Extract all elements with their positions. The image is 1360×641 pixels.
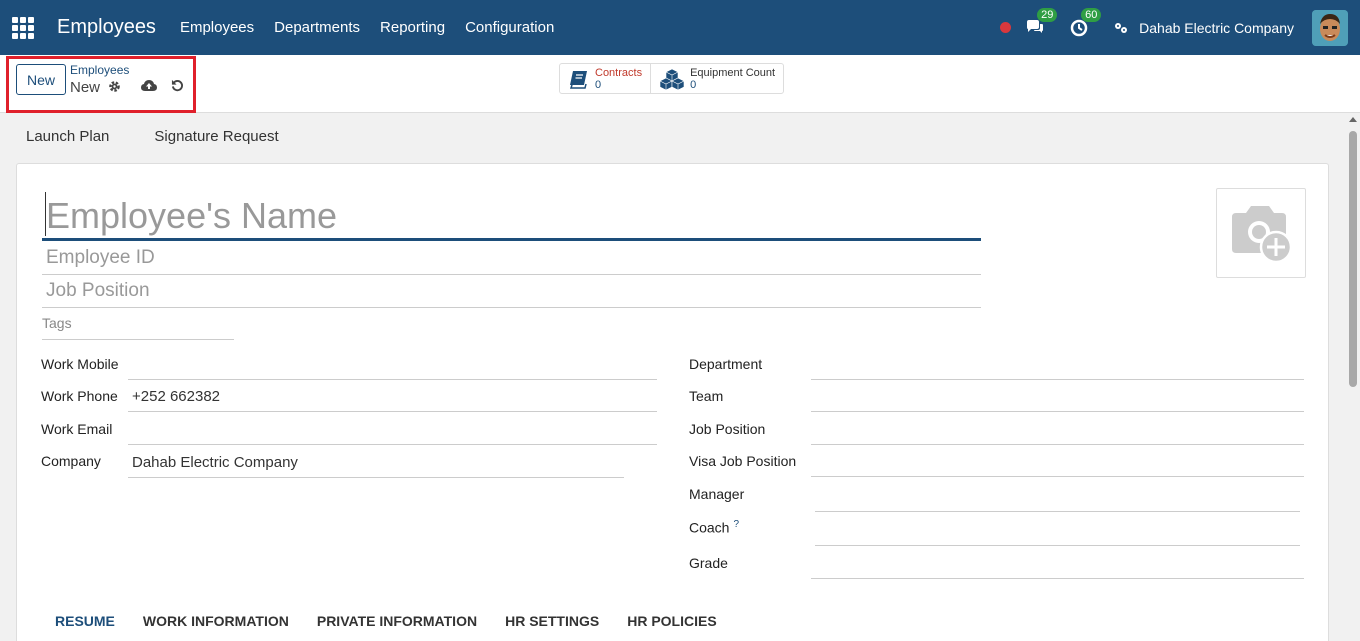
signature-request-button[interactable]: Signature Request <box>144 128 288 145</box>
top-navbar: Employees Employees Departments Reportin… <box>0 0 1360 55</box>
app-title[interactable]: Employees <box>57 16 156 39</box>
scrollbar-thumb[interactable] <box>1349 131 1357 387</box>
company-name: Dahab Electric Company <box>1139 19 1294 36</box>
manager-label: Manager <box>689 486 745 502</box>
text-caret <box>45 192 46 236</box>
contracts-smart-button[interactable]: Contracts 0 <box>560 64 652 93</box>
cloud-save-icon[interactable] <box>141 79 157 93</box>
tab-resume[interactable]: RESUME <box>41 613 129 629</box>
company-switcher[interactable]: Dahab Electric Company <box>1113 20 1294 36</box>
menu-item-configuration[interactable]: Configuration <box>455 19 564 36</box>
activities-count-badge: 60 <box>1081 7 1102 22</box>
equipment-count-value: 0 <box>690 78 697 91</box>
department-input[interactable] <box>811 356 1304 380</box>
companies-icon <box>1115 22 1128 33</box>
work-email-input[interactable] <box>128 421 657 445</box>
visa-job-position-label: Visa Job Position <box>689 453 797 469</box>
grade-input[interactable] <box>811 555 1304 579</box>
tab-private-information[interactable]: PRIVATE INFORMATION <box>303 613 491 629</box>
company-label: Company <box>41 453 101 469</box>
app-menu-icon[interactable] <box>12 16 34 39</box>
work-phone-input[interactable]: +252 662382 <box>128 388 657 412</box>
page-scrollbar[interactable] <box>1346 113 1360 641</box>
grade-label: Grade <box>689 555 728 571</box>
gear-icon[interactable] <box>108 80 121 93</box>
form-sheet: Employee's Name Employee ID Job Position… <box>16 163 1329 641</box>
job-position-input[interactable] <box>811 421 1304 445</box>
menu-item-employees[interactable]: Employees <box>170 19 264 36</box>
user-avatar-image <box>1312 9 1348 46</box>
team-input[interactable] <box>811 388 1304 412</box>
breadcrumb-parent-link[interactable]: Employees <box>70 63 129 77</box>
activity-menu[interactable]: 60 <box>1069 7 1102 39</box>
visa-job-position-input[interactable] <box>811 453 1304 477</box>
control-panel: New Employees New Contracts 0 Equipment … <box>0 55 1360 113</box>
equipment-count-smart-button[interactable]: Equipment Count 0 <box>651 64 783 93</box>
menu-item-reporting[interactable]: Reporting <box>370 19 455 36</box>
coach-input[interactable] <box>815 522 1300 546</box>
scroll-up-arrow-icon[interactable] <box>1349 117 1357 122</box>
menu-item-departments[interactable]: Departments <box>264 19 370 36</box>
employee-photo-upload[interactable] <box>1216 188 1306 278</box>
equipment-count-label: Equipment Count <box>690 66 776 79</box>
coach-help-tooltip[interactable]: ? <box>733 519 739 530</box>
tab-hr-settings[interactable]: HR SETTINGS <box>491 613 613 629</box>
camera-add-icon <box>1232 206 1293 263</box>
discard-changes-icon[interactable] <box>171 79 184 92</box>
department-label: Department <box>689 356 763 372</box>
contracts-label: Contracts <box>595 66 643 79</box>
coach-label: Coach? <box>689 519 739 536</box>
job-position-label: Job Position <box>689 421 766 437</box>
contracts-count: 0 <box>595 78 602 91</box>
team-label: Team <box>689 388 724 404</box>
job-position-title-input[interactable]: Job Position <box>42 280 981 308</box>
new-record-button[interactable]: New <box>16 64 66 95</box>
employee-name-input[interactable]: Employee's Name <box>42 191 981 241</box>
book-icon <box>569 70 587 89</box>
manager-input[interactable] <box>815 488 1300 512</box>
tab-hr-policies[interactable]: HR POLICIES <box>613 613 730 629</box>
smart-buttons: Contracts 0 Equipment Count 0 <box>559 63 785 94</box>
launch-plan-button[interactable]: Launch Plan <box>16 128 119 145</box>
recording-dot-icon[interactable] <box>1000 22 1012 33</box>
work-mobile-input[interactable] <box>128 356 657 380</box>
main-menu: Employees Departments Reporting Configur… <box>170 19 564 36</box>
work-email-label: Work Email <box>41 421 113 437</box>
form-statusbar: Launch Plan Signature Request <box>16 128 314 145</box>
form-notebook-tabs: RESUME WORK INFORMATION PRIVATE INFORMAT… <box>41 613 731 629</box>
messages-count-badge: 29 <box>1037 7 1058 22</box>
company-input[interactable]: Dahab Electric Company <box>128 454 624 478</box>
cubes-icon <box>659 68 685 90</box>
employee-id-input[interactable]: Employee ID <box>42 247 981 275</box>
tab-work-information[interactable]: WORK INFORMATION <box>129 613 303 629</box>
work-mobile-label: Work Mobile <box>41 356 119 372</box>
navbar-systray: 29 60 Dahab Electric Company <box>1000 0 1360 55</box>
user-avatar[interactable] <box>1312 9 1348 46</box>
coach-label-text: Coach <box>689 519 730 536</box>
breadcrumb-current: New <box>70 79 101 96</box>
messaging-menu[interactable]: 29 <box>1025 7 1058 39</box>
work-phone-label: Work Phone <box>41 388 118 404</box>
tags-input[interactable]: Tags <box>42 315 234 340</box>
